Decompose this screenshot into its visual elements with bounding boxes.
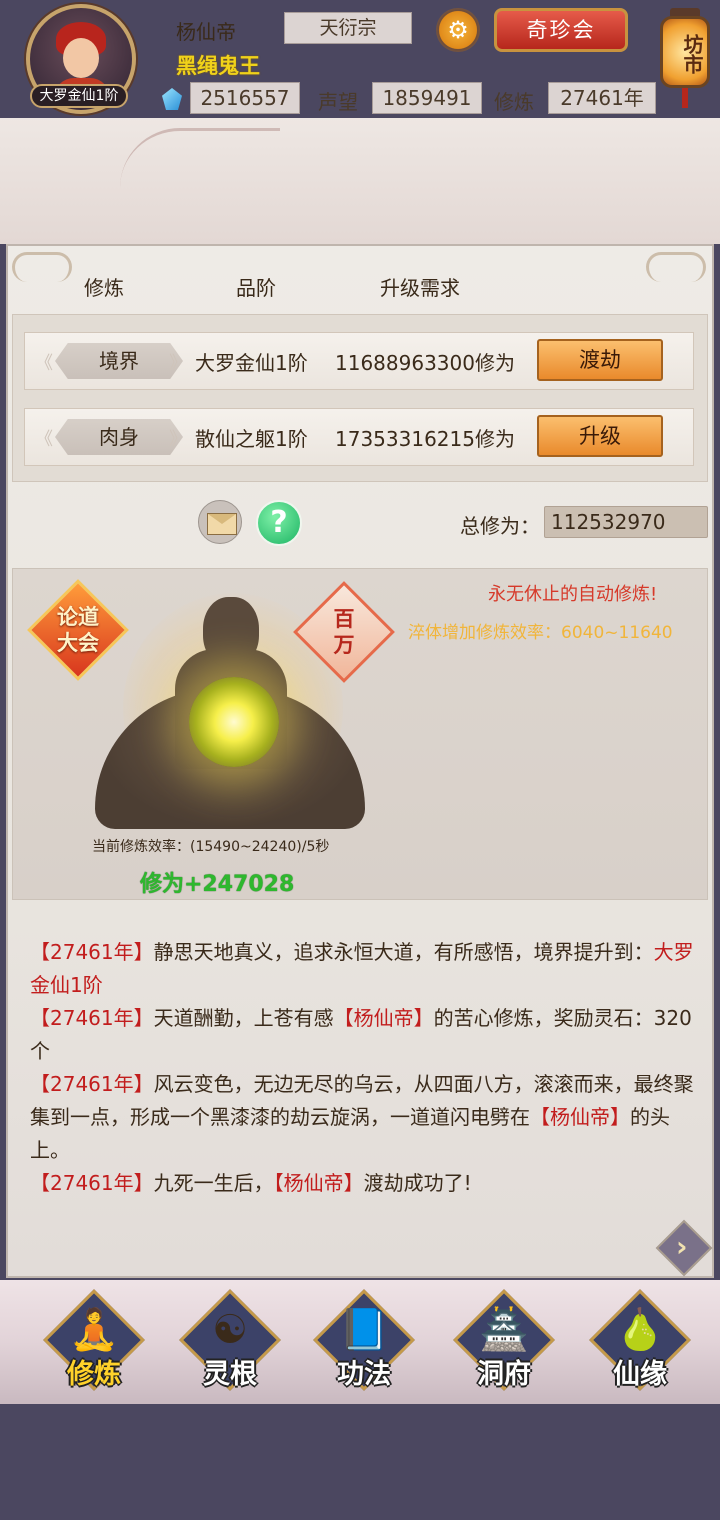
cultivation-log: 【27461年】静思天地真义，追求永恒大道，有所感悟，境界提升到：大罗金仙1阶 …: [30, 936, 694, 1200]
cultivation-label: 修炼: [494, 90, 534, 114]
player-title: 黑绳鬼王: [176, 54, 260, 78]
column-header-grade: 品阶: [236, 276, 276, 300]
nav-label: 修炼: [67, 1359, 121, 1390]
market-lantern-button[interactable]: 坊市: [658, 8, 712, 108]
total-cultivation-value: 112532970: [544, 506, 708, 538]
treasure-fair-button[interactable]: 奇珍会: [494, 8, 628, 52]
nav-label: 洞府: [477, 1359, 531, 1390]
column-header-cultivation: 修炼: [84, 276, 124, 300]
log-entry: 【27461年】九死一生后，【杨仙帝】渡劫成功了!: [30, 1167, 694, 1200]
log-year: 【27461年】: [30, 940, 154, 964]
arrow-right-decoration: 》: [169, 429, 187, 450]
arrow-left-decoration: 《: [35, 353, 53, 374]
bottom-empty-area: [0, 1405, 720, 1520]
log-text: 渡劫成功了!: [363, 1171, 472, 1195]
debate-assembly-label: 论道 大会: [57, 605, 99, 655]
row-requirement: 17353316215修为: [335, 427, 515, 451]
cultivation-years: 27461年: [548, 82, 656, 114]
log-text: 天道酬勤，上苍有感: [153, 1006, 334, 1030]
cloud-decoration-right: [646, 252, 706, 282]
gourd-icon: 🍐: [615, 1307, 665, 1353]
tribulation-button[interactable]: 渡劫: [537, 339, 663, 381]
spirit-stone-count: 2516557: [190, 82, 300, 114]
nav-cultivate[interactable]: 🧘 修炼: [43, 1289, 145, 1396]
player-name: 杨仙帝: [176, 20, 236, 44]
efficiency-bonus-text: 淬体增加修炼效率：6040~11640: [408, 623, 673, 643]
log-year: 【27461年】: [30, 1006, 154, 1030]
log-year: 【27461年】: [30, 1072, 154, 1096]
current-efficiency-text: 当前修炼效率：(15490~24240)/5秒: [92, 839, 330, 855]
log-entry: 【27461年】天道酬勤，上苍有感【杨仙帝】的苦心修炼，奖励灵石：320个: [30, 1002, 694, 1068]
book-icon: 📘: [339, 1307, 389, 1353]
cloaked-figure-icon: 🧘: [69, 1307, 119, 1353]
cultivation-gain-text: 修为+247028: [140, 872, 295, 897]
log-player-name: 【杨仙帝】: [530, 1105, 630, 1129]
log-player-name: 【杨仙帝】: [273, 1171, 364, 1195]
row-name: 肉身: [55, 419, 183, 455]
pagoda-icon: 🏯: [479, 1307, 529, 1353]
auto-cultivation-text: 永无休止的自动修炼!: [488, 584, 658, 605]
nav-cave-dwelling[interactable]: 🏯 洞府: [453, 1289, 555, 1396]
prestige-value: 1859491: [372, 82, 482, 114]
nav-spirit-root[interactable]: ☯ 灵根: [179, 1289, 281, 1396]
nav-label: 仙缘: [613, 1359, 667, 1390]
log-year: 【27461年】: [30, 1171, 154, 1195]
lantern-tassel: [682, 88, 688, 108]
avatar-face: [63, 38, 99, 78]
arrow-right-decoration: 》: [169, 353, 187, 374]
sect-name[interactable]: 天衍宗: [284, 12, 412, 44]
nav-fate[interactable]: 🍐 仙缘: [589, 1289, 691, 1396]
log-entry: 【27461年】静思天地真义，追求永恒大道，有所感悟，境界提升到：大罗金仙1阶: [30, 936, 694, 1002]
row-name: 境界: [55, 343, 183, 379]
nav-technique[interactable]: 📘 功法: [313, 1289, 415, 1396]
upgrade-button[interactable]: 升级: [537, 415, 663, 457]
chevron-right-icon[interactable]: ›: [676, 1230, 688, 1263]
row-grade: 散仙之躯1阶: [195, 427, 308, 451]
log-player-name: 【杨仙帝】: [333, 1006, 434, 1030]
nav-label: 功法: [337, 1359, 391, 1390]
market-label: 坊市: [660, 16, 710, 88]
table-row-body: 《 肉身 》 散仙之躯1阶 17353316215修为 升级: [24, 408, 694, 466]
plum-branch-decoration: [120, 128, 280, 188]
million-label: 百 万: [333, 607, 355, 657]
row-grade: 大罗金仙1阶: [195, 351, 308, 375]
total-cultivation-label: 总修为：: [460, 514, 540, 538]
mail-icon[interactable]: [198, 500, 242, 544]
log-text: 静思天地真义，追求永恒大道，有所感悟，境界提升到：: [153, 940, 654, 964]
gear-icon[interactable]: ⚙: [436, 8, 480, 52]
help-icon[interactable]: ?: [256, 500, 302, 546]
prestige-label: 声望: [318, 90, 358, 114]
log-text: 九死一生后，: [153, 1171, 274, 1195]
cloud-decoration-left: [12, 252, 72, 282]
log-entry: 【27461年】风云变色，无边无尽的乌云，从四面八方，滚滚而来，最终聚集到一点，…: [30, 1068, 694, 1167]
column-header-requirement: 升级需求: [380, 276, 460, 300]
energy-orb: [189, 677, 279, 767]
table-row-realm: 《 境界 》 大罗金仙1阶 11688963300修为 渡劫: [24, 332, 694, 390]
sword-yinyang-icon: ☯: [212, 1307, 248, 1353]
arrow-left-decoration: 《: [35, 429, 53, 450]
rank-badge: 大罗金仙1阶: [30, 84, 128, 108]
row-requirement: 11688963300修为: [335, 351, 515, 375]
nav-label: 灵根: [203, 1359, 257, 1390]
player-header: [0, 118, 720, 244]
silhouette-head: [203, 597, 259, 667]
